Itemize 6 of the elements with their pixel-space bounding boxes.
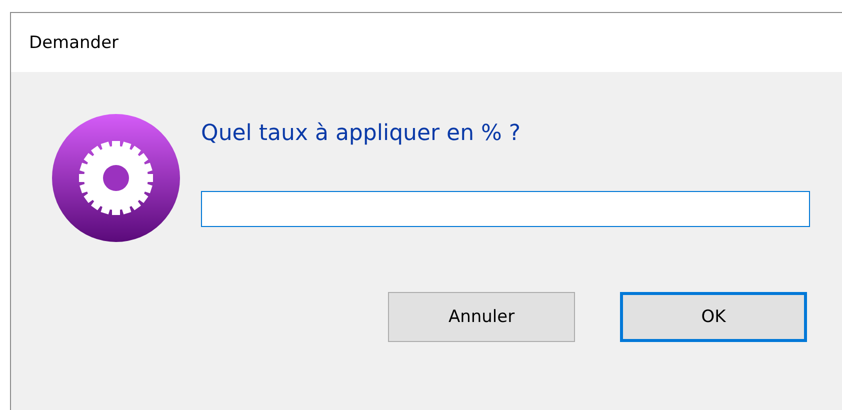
gear-icon (51, 113, 181, 243)
ok-button[interactable]: OK (620, 292, 807, 342)
window-title: Demander (29, 32, 119, 52)
cancel-button[interactable]: Annuler (388, 292, 575, 342)
question-text: Quel taux à appliquer en % ? (201, 121, 522, 148)
input-field[interactable] (201, 191, 810, 227)
